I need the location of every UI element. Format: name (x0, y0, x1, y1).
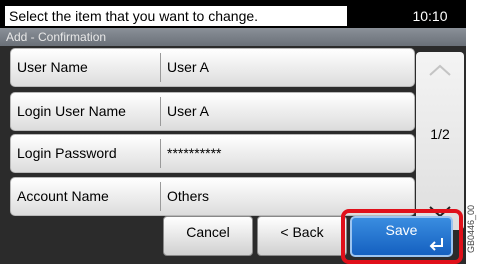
row-label: Login Password (17, 145, 117, 161)
touch-panel-screen: Select the item that you want to change.… (0, 0, 466, 264)
chevron-up-icon (429, 64, 451, 76)
status-message: Select the item that you want to change. (5, 6, 347, 26)
figure-code-text: GB0446_00 (466, 204, 477, 254)
figure-code: GB0446_00 (466, 200, 481, 260)
row-value: User A (167, 59, 210, 75)
page-indicator: 1/2 (430, 126, 450, 142)
screen-title: Add - Confirmation (0, 28, 466, 46)
row-value: User A (167, 103, 210, 119)
row-login-user-name[interactable]: Login User Name User A (10, 92, 415, 131)
row-label: User Name (17, 59, 88, 75)
clock: 10:10 (412, 8, 448, 24)
row-label: Login User Name (17, 103, 126, 119)
row-value: Others (167, 188, 210, 204)
row-value: ********** (167, 145, 222, 161)
status-bar: Select the item that you want to change.… (0, 0, 466, 28)
row-divider (160, 53, 161, 82)
row-user-name[interactable]: User Name User A (10, 48, 415, 87)
back-button[interactable]: < Back (257, 216, 347, 256)
scroll-panel: 1/2 (416, 52, 464, 230)
scroll-up-button[interactable] (416, 54, 464, 86)
cancel-button[interactable]: Cancel (163, 216, 253, 256)
row-login-password[interactable]: Login Password ********** (10, 134, 415, 173)
row-divider (160, 139, 161, 168)
save-highlight-callout (341, 209, 463, 264)
row-label: Account Name (17, 188, 109, 204)
row-divider (160, 182, 161, 211)
row-divider (160, 97, 161, 126)
